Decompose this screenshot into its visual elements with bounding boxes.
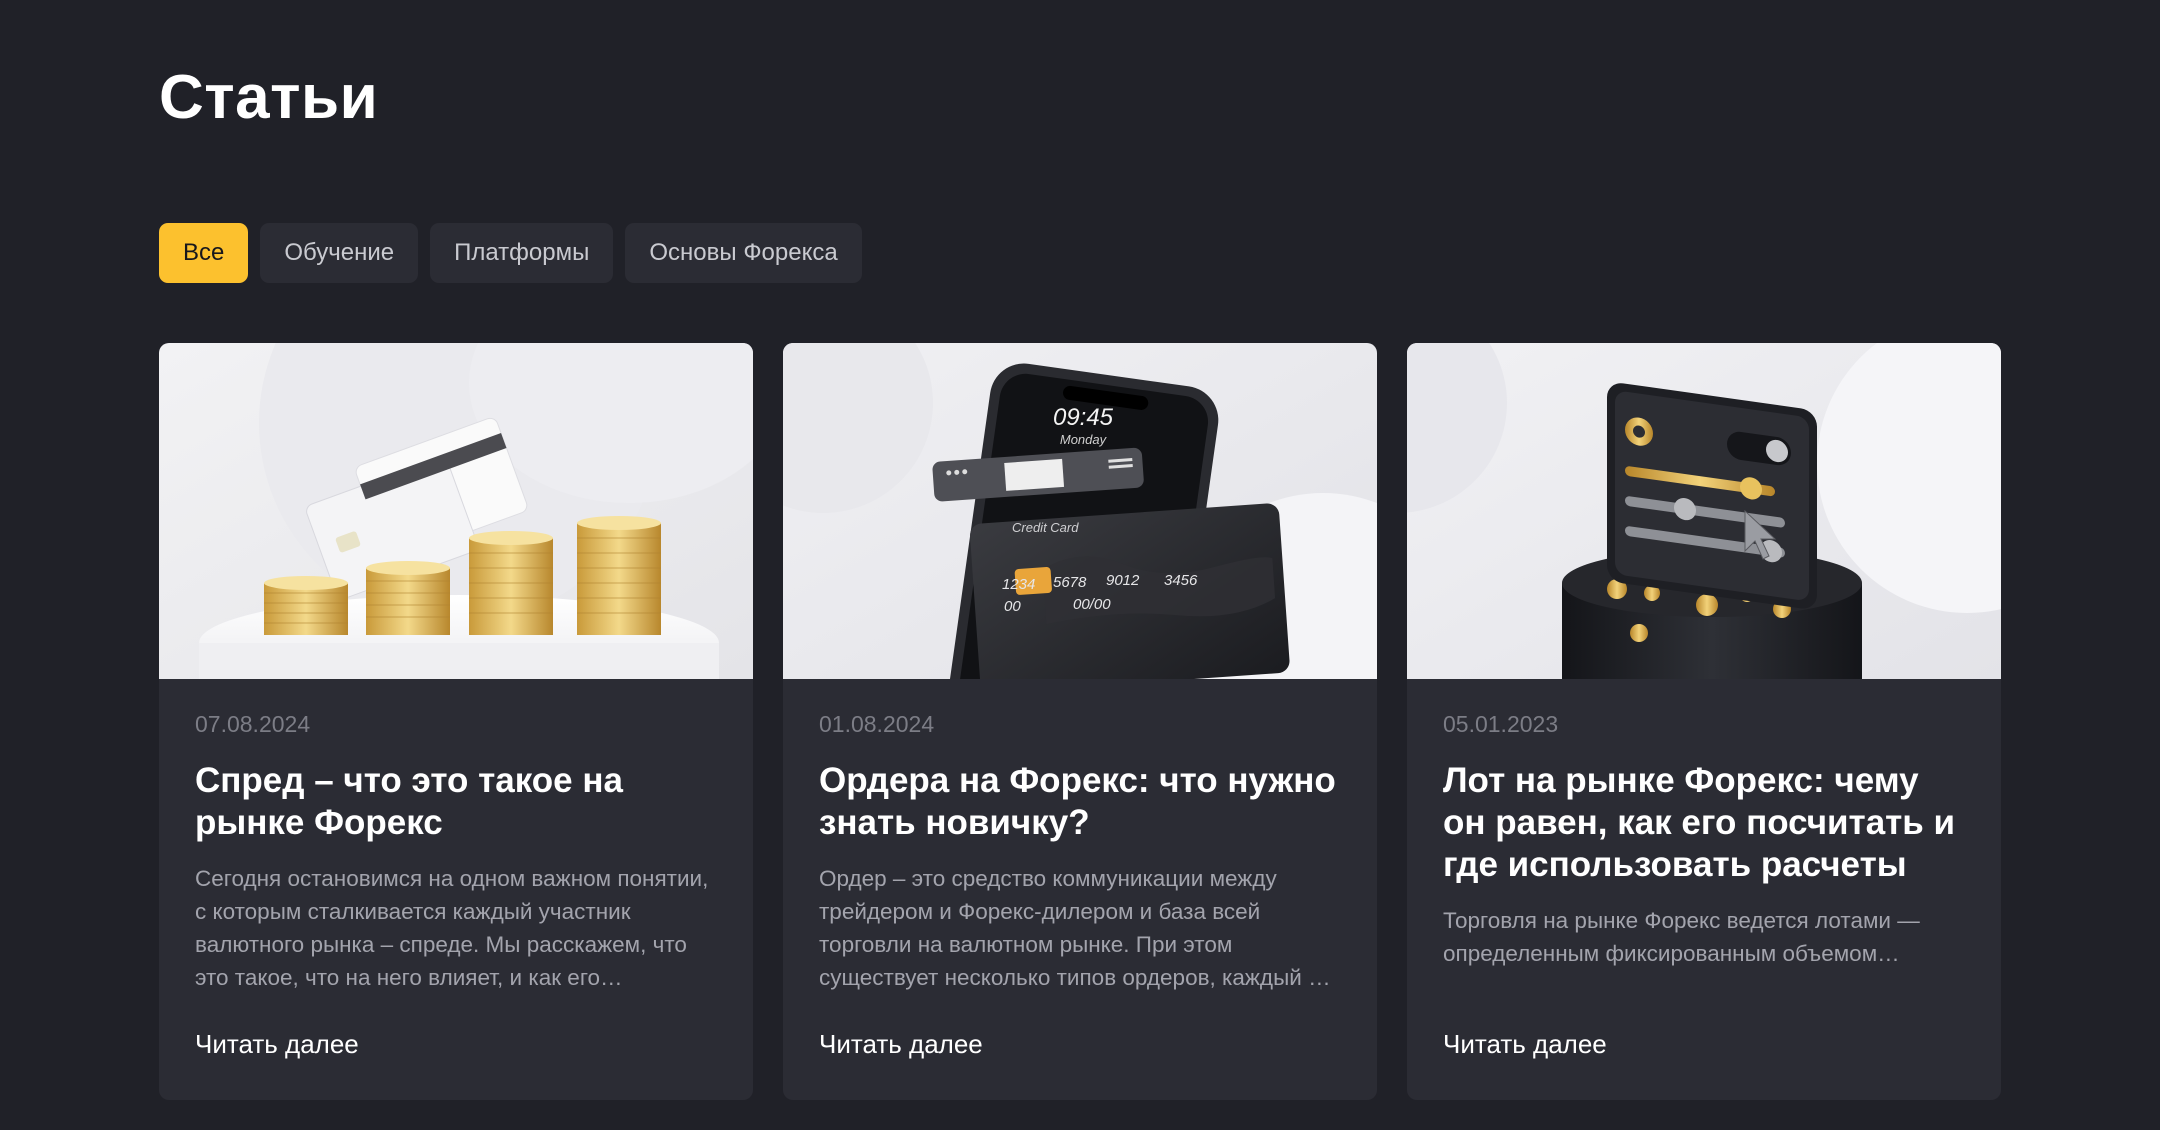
article-list: 07.08.2024 Спред – что это такое на рынк…: [159, 343, 2001, 1100]
article-title[interactable]: Спред – что это такое на рынке Форекс: [195, 760, 719, 844]
card-label: Credit Card: [1012, 520, 1079, 535]
article-date: 01.08.2024: [819, 711, 935, 737]
read-more-link[interactable]: Читать далее: [819, 1029, 983, 1060]
card-number-group-1: 1234: [1002, 576, 1035, 593]
page-title: Статьи: [159, 63, 379, 132]
coins-and-cards-image: [159, 343, 753, 679]
article-title[interactable]: Лот на рынке Форекс: чему он равен, как …: [1443, 760, 1967, 886]
card-number-group-4: 3456: [1164, 572, 1198, 589]
card-sub-2: 00/00: [1073, 596, 1111, 613]
article-card-orders[interactable]: 09:45 Monday Credit Card 1234 5678 9012 …: [783, 343, 1377, 1100]
card-number-group-2: 5678: [1053, 574, 1087, 591]
card-sub-1: 00: [1004, 598, 1021, 615]
filter-forex-basics[interactable]: Основы Форекса: [625, 223, 862, 283]
article-date: 07.08.2024: [195, 711, 311, 737]
settings-sliders-image: [1407, 343, 2001, 679]
articles-page: Статьи Все Обучение Платформы Основы Фор…: [0, 0, 2160, 1130]
phone-and-credit-card-image: 09:45 Monday Credit Card 1234 5678 9012 …: [783, 343, 1377, 679]
filter-learning[interactable]: Обучение: [260, 223, 419, 283]
category-filters: Все Обучение Платформы Основы Форекса: [159, 223, 862, 283]
card-number-group-3: 9012: [1106, 572, 1140, 589]
article-excerpt: Ордер – это средство коммуникации между …: [819, 866, 1331, 990]
article-card-spread[interactable]: 07.08.2024 Спред – что это такое на рынк…: [159, 343, 753, 1100]
article-date: 05.01.2023: [1443, 711, 1559, 737]
filter-platforms[interactable]: Платформы: [430, 223, 614, 283]
read-more-link[interactable]: Читать далее: [1443, 1029, 1607, 1060]
phone-weekday: Monday: [1060, 432, 1108, 447]
article-title[interactable]: Ордера на Форекс: что нужно знать новичк…: [819, 760, 1343, 844]
filter-all[interactable]: Все: [159, 223, 249, 283]
phone-clock: 09:45: [1053, 404, 1114, 431]
read-more-link[interactable]: Читать далее: [195, 1029, 359, 1060]
article-excerpt: Торговля на рынке Форекс ведется лотами …: [1443, 908, 1920, 966]
article-excerpt: Сегодня остановимся на одном важном поня…: [195, 866, 709, 990]
article-card-lot[interactable]: 05.01.2023 Лот на рынке Форекс: чему он …: [1407, 343, 2001, 1100]
